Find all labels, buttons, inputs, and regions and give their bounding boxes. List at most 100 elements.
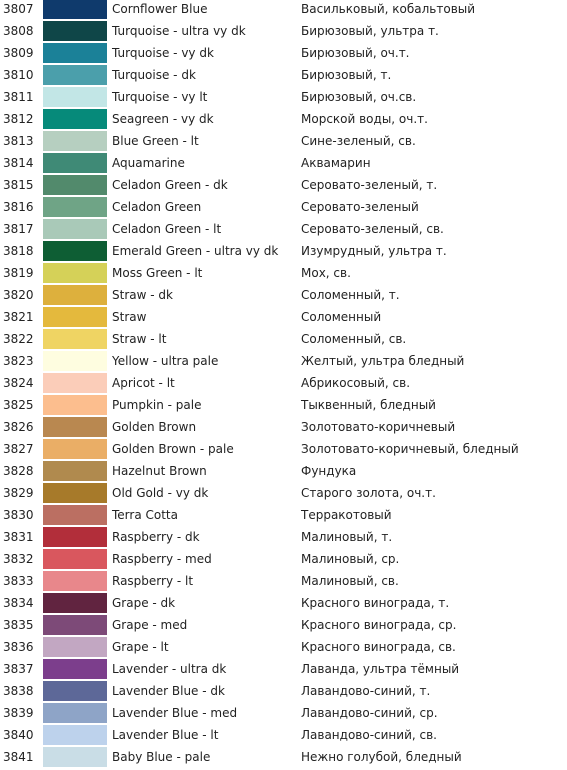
russian-name: Бирюзовый, т. (301, 68, 392, 82)
russian-name: Малиновый, св. (301, 574, 399, 588)
color-swatch (43, 307, 107, 327)
table-row: 3823 Yellow - ultra pale Желтый, ультра бл… (0, 350, 567, 372)
english-name: Turquoise - dk (112, 68, 196, 82)
table-row: 3816 Celadon Green Серовато-зеленый (0, 196, 567, 218)
table-row: 3839 Lavender Blue - med Лавандово-синий, … (0, 702, 567, 724)
table-row: 3819 Moss Green - lt Мох, св. (0, 262, 567, 284)
english-name: Terra Cotta (112, 508, 178, 522)
color-swatch (43, 439, 107, 459)
color-swatch (43, 637, 107, 657)
table-row: 3807 Cornflower Blue Васильковый, кобальто… (0, 0, 567, 20)
table-row: 3841 Baby Blue - pale Нежно голубой, бледн… (0, 746, 567, 768)
thread-code: 3812 (3, 112, 34, 126)
thread-code: 3837 (3, 662, 34, 676)
color-swatch (43, 241, 107, 261)
russian-name: Фундука (301, 464, 357, 478)
color-swatch (43, 703, 107, 723)
russian-name: Серовато-зеленый (301, 200, 419, 214)
thread-code: 3831 (3, 530, 34, 544)
color-swatch (43, 131, 107, 151)
thread-code: 3820 (3, 288, 34, 302)
thread-code: 3814 (3, 156, 34, 170)
table-row: 3811 Turquoise - vy lt Бирюзовый, оч.св. (0, 86, 567, 108)
russian-name: Васильковый, кобальтовый (301, 2, 476, 16)
russian-name: Бирюзовый, оч.т. (301, 46, 410, 60)
thread-code: 3836 (3, 640, 34, 654)
russian-name: Лавандово-синий, т. (301, 684, 431, 698)
thread-code: 3827 (3, 442, 34, 456)
color-swatch (43, 395, 107, 415)
russian-name: Аквамарин (301, 156, 371, 170)
color-swatch (43, 373, 107, 393)
english-name: Baby Blue - pale (112, 750, 211, 764)
thread-code: 3825 (3, 398, 34, 412)
russian-name: Сине-зеленый, св. (301, 134, 416, 148)
russian-name: Морской воды, оч.т. (301, 112, 428, 126)
table-row: 3828 Hazelnut Brown Фундука (0, 460, 567, 482)
thread-code: 3840 (3, 728, 34, 742)
english-name: Straw (112, 310, 147, 324)
russian-name: Бирюзовый, оч.св. (301, 90, 417, 104)
thread-code: 3811 (3, 90, 34, 104)
english-name: Lavender - ultra dk (112, 662, 227, 676)
english-name: Raspberry - dk (112, 530, 200, 544)
russian-name: Лавандово-синий, св. (301, 728, 437, 742)
color-swatch (43, 285, 107, 305)
table-row: 3832 Raspberry - med Малиновый, ср. (0, 548, 567, 570)
table-row: 3825 Pumpkin - pale Тыквенный, бледный (0, 394, 567, 416)
table-row: 3837 Lavender - ultra dk Лаванда, ультра т… (0, 658, 567, 680)
russian-name: Тыквенный, бледный (301, 398, 436, 412)
table-row: 3826 Golden Brown Золотовато-коричневый (0, 416, 567, 438)
thread-code: 3817 (3, 222, 34, 236)
table-row: 3824 Apricot - lt Абрикосовый, св. (0, 372, 567, 394)
thread-code: 3828 (3, 464, 34, 478)
color-chart-table: 3807 Cornflower Blue Васильковый, кобальто… (0, 0, 567, 768)
thread-code: 3841 (3, 750, 34, 764)
color-swatch (43, 219, 107, 239)
english-name: Grape - med (112, 618, 188, 632)
english-name: Turquoise - vy dk (112, 46, 214, 60)
russian-name: Золотовато-коричневый (301, 420, 456, 434)
thread-code: 3807 (3, 2, 34, 16)
table-row: 3815 Celadon Green - dk Серовато-зеленый, … (0, 174, 567, 196)
table-row: 3829 Old Gold - vy dk Старого золота, оч.т… (0, 482, 567, 504)
color-swatch (43, 87, 107, 107)
thread-code: 3815 (3, 178, 34, 192)
thread-code: 3813 (3, 134, 34, 148)
english-name: Golden Brown (112, 420, 197, 434)
russian-name: Малиновый, т. (301, 530, 393, 544)
color-swatch (43, 351, 107, 371)
english-name: Apricot - lt (112, 376, 175, 390)
thread-code: 3832 (3, 552, 34, 566)
thread-code: 3833 (3, 574, 34, 588)
english-name: Turquoise - vy lt (112, 90, 208, 104)
english-name: Grape - lt (112, 640, 169, 654)
english-name: Blue Green - lt (112, 134, 199, 148)
russian-name: Соломенный, св. (301, 332, 407, 346)
russian-name: Красного винограда, св. (301, 640, 456, 654)
thread-code: 3822 (3, 332, 34, 346)
table-row: 3827 Golden Brown - pale Золотовато-коричн… (0, 438, 567, 460)
russian-name: Лаванда, ультра тёмный (301, 662, 460, 676)
color-swatch (43, 21, 107, 41)
color-swatch (43, 549, 107, 569)
color-swatch (43, 43, 107, 63)
table-row: 3809 Turquoise - vy dk Бирюзовый, оч.т. (0, 42, 567, 64)
table-row: 3835 Grape - med Красного винограда, ср. (0, 614, 567, 636)
table-row: 3812 Seagreen - vy dk Морской воды, оч.т. (0, 108, 567, 130)
color-swatch (43, 747, 107, 767)
color-swatch (43, 153, 107, 173)
color-swatch (43, 615, 107, 635)
english-name: Celadon Green - dk (112, 178, 228, 192)
russian-name: Старого золота, оч.т. (301, 486, 436, 500)
color-swatch (43, 593, 107, 613)
color-swatch (43, 197, 107, 217)
thread-code: 3823 (3, 354, 34, 368)
color-swatch (43, 65, 107, 85)
english-name: Celadon Green - lt (112, 222, 222, 236)
table-row: 3840 Lavender Blue - lt Лавандово-синий, с… (0, 724, 567, 746)
thread-code: 3818 (3, 244, 34, 258)
color-swatch (43, 527, 107, 547)
english-name: Straw - dk (112, 288, 173, 302)
russian-name: Желтый, ультра бледный (301, 354, 465, 368)
